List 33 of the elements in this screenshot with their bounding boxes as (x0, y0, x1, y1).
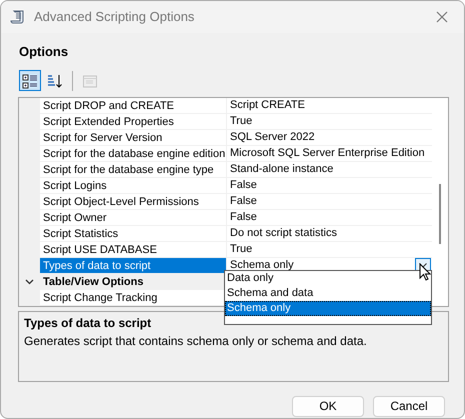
property-name[interactable]: Script Object-Level Permissions (40, 194, 226, 210)
property-value: False (230, 178, 257, 193)
description-text: Generates script that contains schema only or schema and data. (24, 332, 368, 350)
categorized-view-icon[interactable] (19, 70, 41, 91)
property-name[interactable]: Script for the database engine type (40, 162, 226, 178)
close-icon[interactable] (436, 11, 448, 23)
ok-button[interactable]: OK (292, 396, 364, 416)
property-name[interactable]: Script Statistics (40, 226, 226, 242)
property-name[interactable]: Script Extended Properties (40, 114, 226, 130)
property-name[interactable]: Types of data to script (40, 258, 226, 274)
property-value[interactable]: Schema only (230, 257, 294, 273)
property-name[interactable]: Script for the database engine edition (40, 146, 226, 162)
cancel-button[interactable]: Cancel (373, 396, 445, 416)
scroll-icon (10, 9, 26, 25)
property-value: Microsoft SQL Server Enterprise Edition (230, 146, 425, 161)
section-title: Options (19, 43, 70, 61)
property-value: False (230, 210, 257, 225)
dropdown-option[interactable]: Schema and data (225, 286, 431, 301)
property-name[interactable]: Script for Server Version (40, 130, 226, 146)
property-value: SQL Server 2022 (230, 130, 315, 145)
property-value: Script CREATE (230, 98, 305, 113)
dropdown-option[interactable]: Schema only (225, 301, 431, 316)
property-value: True (230, 242, 252, 257)
property-name[interactable]: Script Logins (40, 178, 226, 194)
description-title: Types of data to script (24, 314, 152, 332)
property-name[interactable]: Script Owner (40, 210, 226, 226)
window-title: Advanced Scripting Options (34, 8, 194, 26)
scrollbar-thumb[interactable] (439, 184, 442, 244)
property-value: False (230, 194, 257, 209)
property-value: True (230, 114, 252, 129)
property-value: Do not script statistics (230, 226, 337, 241)
property-name[interactable]: Script DROP and CREATE (40, 98, 226, 114)
property-value: Stand-alone instance (230, 162, 334, 177)
